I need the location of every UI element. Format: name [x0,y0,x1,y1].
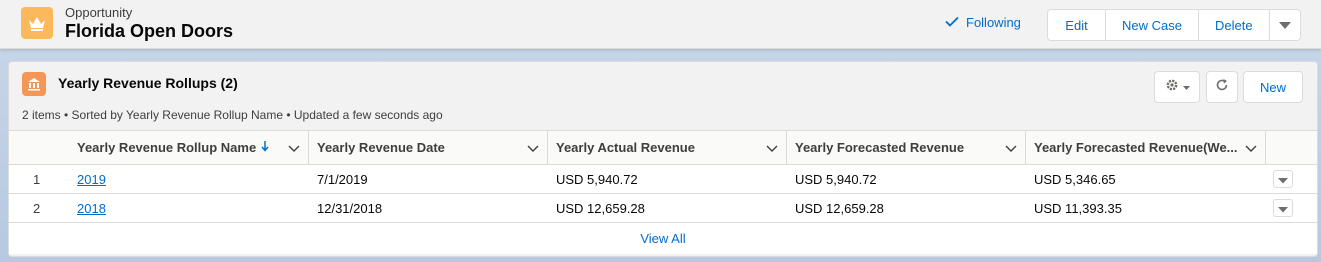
gear-icon [1165,78,1179,97]
list-meta-info: 2 items • Sorted by Yearly Revenue Rollu… [22,108,443,122]
record-header: Opportunity Florida Open Doors Following… [0,0,1321,49]
column-header-forecasted-revenue[interactable]: Yearly Forecasted Revenue [787,131,1026,164]
weighted-revenue-cell: USD 11,393.35 [1034,200,1122,216]
column-header-label: Yearly Revenue Date [317,140,445,155]
new-case-button[interactable]: New Case [1106,10,1199,40]
check-icon [945,15,959,30]
column-header-label: Yearly Forecasted Revenue [795,140,965,155]
date-cell: 12/31/2018 [317,200,383,216]
more-actions-button[interactable] [1270,10,1300,40]
column-header-date[interactable]: Yearly Revenue Date [309,131,548,164]
edit-button[interactable]: Edit [1048,10,1106,40]
view-all-link[interactable]: View All [9,223,1317,254]
column-header-actual-revenue[interactable]: Yearly Actual Revenue [548,131,787,164]
date-cell: 7/1/2019 [317,171,368,187]
chevron-down-icon[interactable] [1005,141,1017,156]
rollups-table: Yearly Revenue Rollup Name Yearly Revenu… [9,130,1317,254]
record-title: Florida Open Doors [65,21,234,41]
header-action-buttons: Edit New Case Delete [1047,9,1301,41]
chevron-down-icon[interactable] [1245,141,1257,156]
actual-revenue-cell: USD 12,659.28 [556,200,645,216]
row-number: 1 [33,171,41,187]
chevron-down-icon[interactable] [288,141,300,156]
chevron-down-icon[interactable] [766,141,778,156]
forecasted-revenue-cell: USD 12,659.28 [795,200,884,216]
bank-icon [22,72,46,96]
column-header-label: Yearly Actual Revenue [556,140,695,155]
sort-descending-icon [261,140,269,155]
column-header-weighted-revenue[interactable]: Yearly Forecasted Revenue(We... [1026,131,1266,164]
column-header-name[interactable]: Yearly Revenue Rollup Name [69,131,309,164]
forecasted-revenue-cell: USD 5,940.72 [795,171,877,187]
list-settings-button[interactable] [1154,71,1200,103]
new-button[interactable]: New [1243,71,1303,103]
refresh-button[interactable] [1206,71,1238,103]
record-link[interactable]: 2018 [77,201,106,216]
table-row: 1 2019 7/1/2019 USD 5,940.72 USD 5,940.7… [9,165,1317,194]
chevron-down-icon [1278,18,1291,33]
table-row: 2 2018 12/31/2018 USD 12,659.28 USD 12,6… [9,194,1317,223]
refresh-icon [1215,78,1229,97]
following-button[interactable]: Following [945,15,1021,30]
row-number-header [9,131,69,164]
row-actions-button[interactable] [1273,170,1293,188]
record-link[interactable]: 2019 [77,172,106,187]
chevron-down-icon [1182,78,1190,96]
actual-revenue-cell: USD 5,940.72 [556,171,638,187]
row-actions-header [1266,131,1317,164]
chevron-down-icon [1278,201,1288,216]
table-header: Yearly Revenue Rollup Name Yearly Revenu… [9,131,1317,165]
row-actions-button[interactable] [1273,199,1293,217]
delete-button[interactable]: Delete [1199,10,1270,40]
chevron-down-icon [1278,172,1288,187]
card-title[interactable]: Yearly Revenue Rollups (2) [58,75,238,91]
record-object-type: Opportunity [65,5,133,20]
column-header-label: Yearly Revenue Rollup Name [77,140,257,155]
yearly-revenue-rollups-card: Yearly Revenue Rollups (2) 2 items • Sor… [8,61,1318,257]
column-header-label: Yearly Forecasted Revenue(We... [1034,140,1238,155]
row-number: 2 [33,200,41,216]
chevron-down-icon[interactable] [527,141,539,156]
following-label: Following [966,15,1021,30]
weighted-revenue-cell: USD 5,346.65 [1034,171,1116,187]
crown-icon [21,7,53,39]
